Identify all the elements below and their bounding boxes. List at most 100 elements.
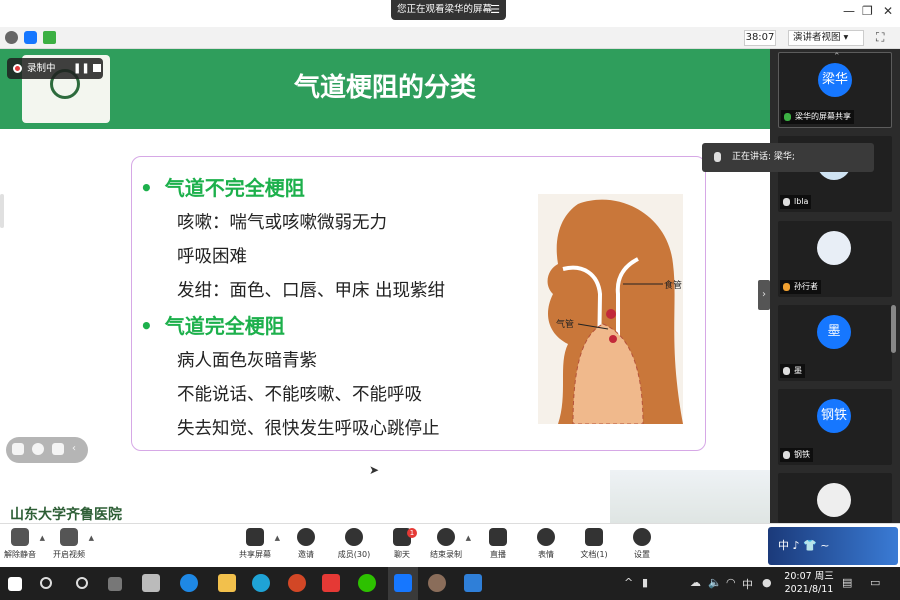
search-icon[interactable]: [40, 577, 52, 589]
antivirus-icon[interactable]: ●: [762, 576, 772, 589]
chat-button[interactable]: 1 聊天: [377, 528, 427, 560]
meeting-timer: 38:07: [744, 30, 776, 46]
close-icon[interactable]: ✕: [883, 4, 893, 18]
collapse-panel-button[interactable]: ›: [758, 280, 770, 310]
user-icon: [783, 283, 790, 291]
edge-browser-icon[interactable]: [252, 574, 270, 592]
esophagus-label: 食管: [664, 279, 682, 291]
complete-line-2: 不能说话、不能咳嗽、不能呼吸: [177, 385, 422, 405]
hospital-name-logo: 山东大学齐鲁医院: [10, 507, 122, 523]
chat-bubble-icon[interactable]: [52, 443, 64, 455]
minimize-icon[interactable]: —: [843, 4, 855, 18]
taskbar-clock[interactable]: 20:07 周三 2021/8/11: [783, 570, 835, 596]
section-heading-partial: • 气道不完全梗阻: [140, 176, 305, 200]
tray-icon[interactable]: ▮: [642, 576, 648, 589]
signal-strength-icon[interactable]: [43, 31, 56, 44]
settings-button[interactable]: 设置: [617, 528, 667, 560]
trachea-label: 气管: [556, 318, 574, 330]
participant-gallery: ⌃ 梁华 梁华的屏幕共享 lbla 孙行者 墨 墨 钢铁 钢铁: [770, 49, 900, 523]
participant-tile[interactable]: ⌃ 梁华 梁华的屏幕共享: [778, 52, 892, 128]
avatar: 钢铁: [817, 399, 851, 433]
chevron-left-icon[interactable]: ‹: [72, 443, 84, 455]
notification-icon[interactable]: ▭: [870, 576, 880, 589]
screen-share-notice[interactable]: 您正在观看梁华的屏幕 ☰: [391, 0, 506, 20]
mic-on-icon: [784, 113, 791, 121]
stop-icon[interactable]: [93, 64, 101, 72]
wechat-icon[interactable]: [358, 574, 376, 592]
notes-icon[interactable]: ▤: [842, 576, 852, 589]
chevron-up-icon[interactable]: ⌃: [833, 52, 841, 62]
add-user-icon: [297, 528, 315, 546]
view-mode-dropdown[interactable]: 演讲者视图 ▾: [788, 30, 864, 46]
partial-line-1: 咳嗽：喘气或咳嗽微弱无力: [177, 213, 387, 233]
cortana-icon[interactable]: [76, 577, 88, 589]
invite-button[interactable]: 邀请: [281, 528, 331, 560]
mic-muted-icon: [783, 367, 790, 375]
share-notice-text: 您正在观看梁华的屏幕: [397, 4, 493, 15]
share-menu-icon[interactable]: ☰: [490, 0, 500, 20]
share-screen-icon: [246, 528, 264, 546]
hospital-building-image: [610, 470, 770, 523]
app-icon[interactable]: [142, 574, 160, 592]
partial-line-3: 发绀：面色、口唇、甲床 出现紫绀: [177, 281, 446, 301]
complete-line-1: 病人面色灰暗青紫: [177, 351, 317, 371]
security-shield-icon[interactable]: [24, 31, 37, 44]
pause-icon[interactable]: ❚❚: [73, 58, 90, 79]
camera-off-icon: [60, 528, 78, 546]
meeting-info-bar: 38:07 演讲者视图 ▾ ⛶: [0, 27, 900, 49]
window-titlebar: 您正在观看梁华的屏幕 ☰ — ❐ ✕: [0, 0, 900, 27]
end-recording-button[interactable]: 结束录制 ▲: [421, 528, 471, 560]
tray-icon[interactable]: ☁: [690, 576, 701, 589]
file-explorer-icon[interactable]: [218, 574, 236, 592]
members-button[interactable]: 成员(30): [329, 528, 379, 560]
ie-browser-icon[interactable]: [180, 574, 198, 592]
clock-time: 20:07 周三: [784, 571, 834, 582]
task-view-icon[interactable]: [108, 577, 122, 591]
mic-muted-icon: [783, 451, 790, 459]
ime-indicator[interactable]: 中: [742, 576, 753, 592]
slide-side-tab[interactable]: [0, 194, 4, 228]
chevron-up-icon[interactable]: ^: [624, 576, 633, 589]
wifi-icon[interactable]: ◠: [726, 576, 736, 589]
slide-title: 气道梗阻的分类: [293, 73, 476, 103]
annotation-toolbar[interactable]: ‹: [6, 437, 88, 463]
live-button[interactable]: 直播: [473, 528, 523, 560]
panel-scrollbar[interactable]: [891, 305, 896, 353]
participant-tile[interactable]: 孙行者: [778, 221, 892, 297]
avatar: [817, 231, 851, 265]
participant-tile[interactable]: 墨 墨: [778, 305, 892, 381]
speaking-label: 正在讲话: 梁华;: [732, 152, 795, 162]
unmute-button[interactable]: 解除静音 ▲: [0, 528, 45, 560]
share-screen-button[interactable]: 共享屏幕 ▲: [230, 528, 280, 560]
view-mode-label: 演讲者视图: [793, 32, 841, 43]
record-dot-icon: [13, 64, 22, 73]
grid-icon[interactable]: [12, 443, 24, 455]
participant-tile[interactable]: [778, 473, 892, 523]
smile-icon: [537, 528, 555, 546]
app-icon[interactable]: [428, 574, 446, 592]
docs-button[interactable]: 文档(1): [569, 528, 619, 560]
powerpoint-icon[interactable]: [288, 574, 306, 592]
section-heading-complete: • 气道完全梗阻: [140, 314, 285, 338]
meeting-toolbar: 解除静音 ▲ 开启视频 ▲ 共享屏幕 ▲ 邀请 成员(30) 1 聊天 结束录制 ▲ 直播…: [0, 523, 900, 567]
mic-icon: [714, 152, 721, 162]
photos-icon[interactable]: [464, 574, 482, 592]
avatar: 墨: [817, 315, 851, 349]
restore-icon[interactable]: ❐: [862, 4, 873, 18]
promo-banner[interactable]: 中 ♪ 👕 ~: [768, 527, 898, 565]
info-icon[interactable]: [5, 31, 18, 44]
fullscreen-icon[interactable]: ⛶: [876, 30, 884, 45]
wps-icon[interactable]: [322, 574, 340, 592]
start-video-button[interactable]: 开启视频 ▲: [44, 528, 94, 560]
recording-indicator[interactable]: 录制中 ❚❚: [7, 58, 103, 79]
volume-icon[interactable]: 🔈: [708, 576, 722, 589]
face-icon[interactable]: [32, 443, 44, 455]
tencent-meeting-icon[interactable]: [394, 574, 412, 592]
reactions-button[interactable]: 表情: [521, 528, 571, 560]
windows-start-icon[interactable]: [8, 577, 22, 591]
speaking-indicator: 正在讲话: 梁华;: [702, 143, 874, 172]
participant-tile[interactable]: 钢铁 钢铁: [778, 389, 892, 465]
members-icon: [345, 528, 363, 546]
clock-date: 2021/8/11: [784, 584, 834, 595]
participant-name: 墨: [780, 364, 805, 378]
